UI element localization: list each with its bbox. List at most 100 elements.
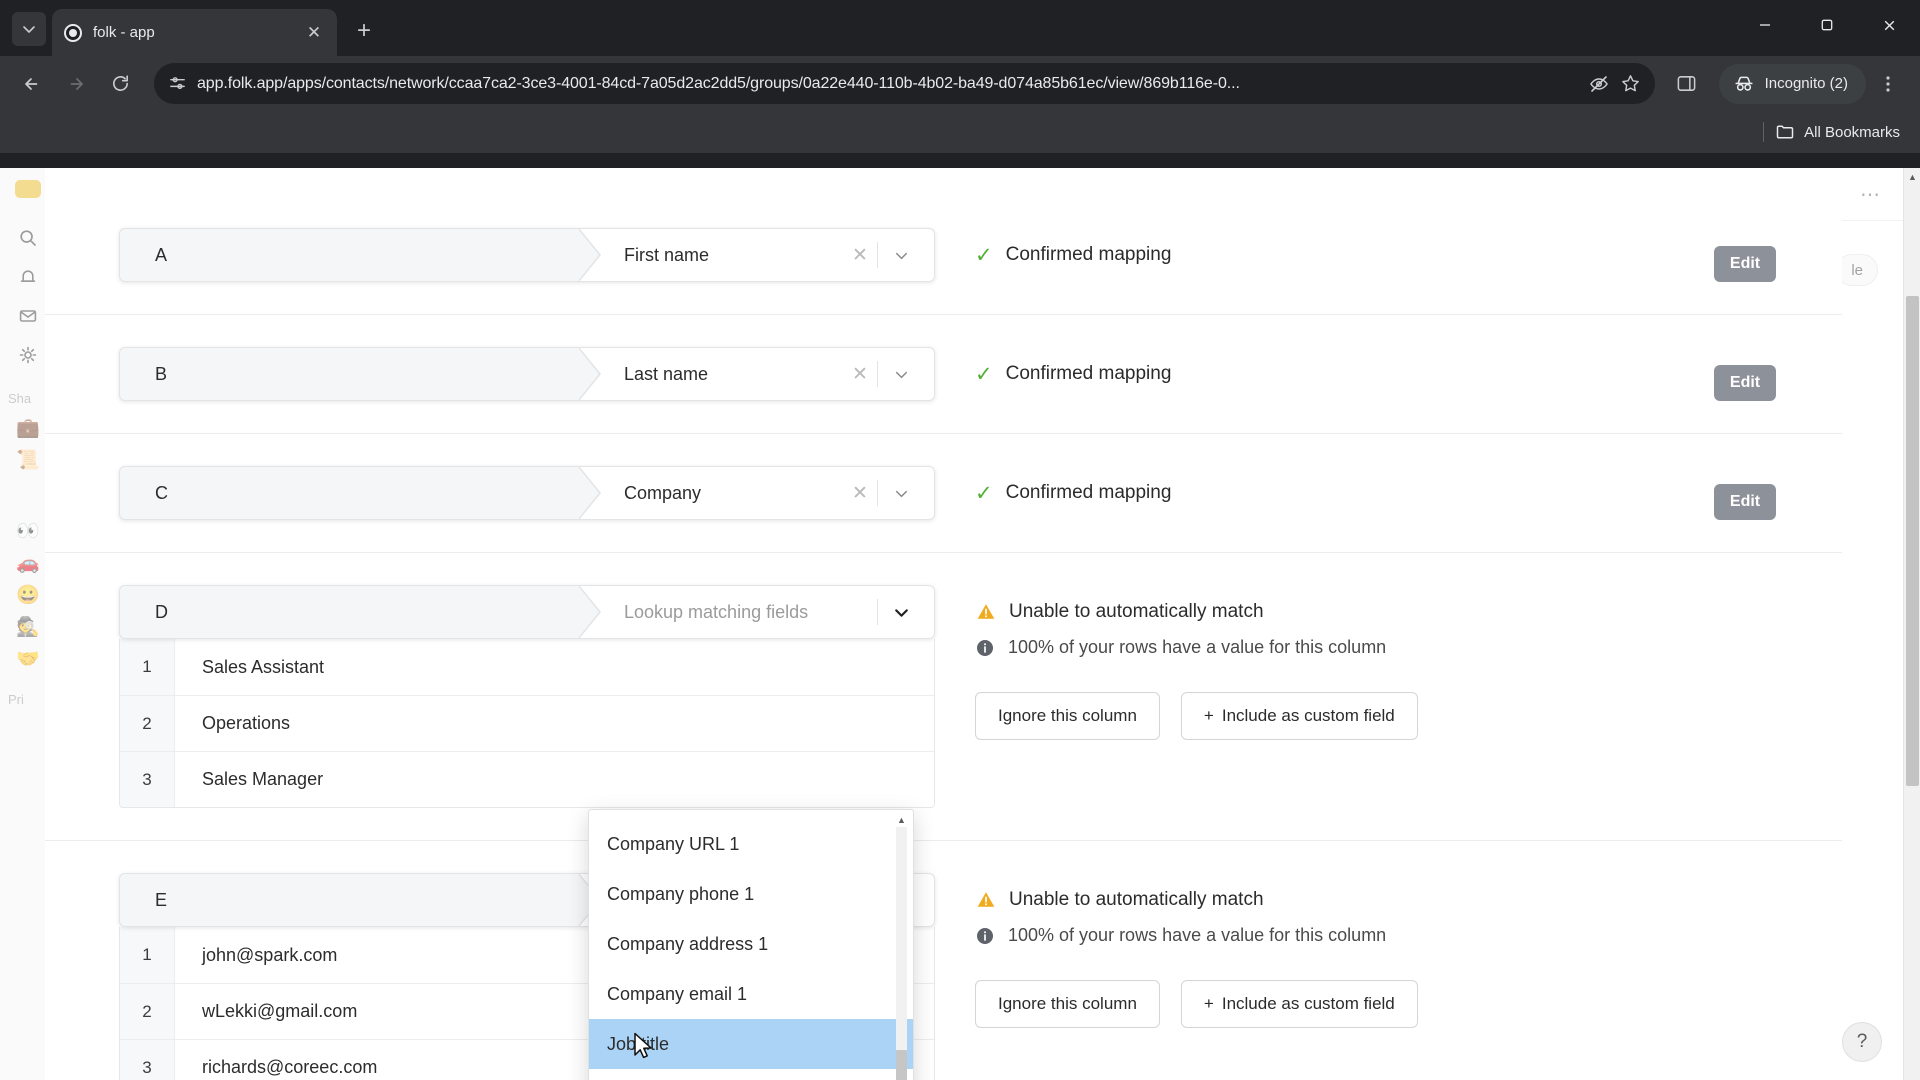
target-field-value: Company bbox=[624, 482, 702, 503]
source-column-label: C bbox=[119, 466, 601, 520]
scroll-up-icon[interactable]: ▲ bbox=[1904, 168, 1920, 185]
right-panel-chip[interactable]: le bbox=[1836, 254, 1878, 286]
clear-icon[interactable]: ✕ bbox=[843, 244, 877, 267]
edit-button[interactable]: Edit bbox=[1714, 246, 1776, 282]
all-bookmarks-button[interactable]: All Bookmarks bbox=[1775, 122, 1900, 142]
edit-button[interactable]: Edit bbox=[1714, 484, 1776, 520]
bell-icon[interactable] bbox=[15, 264, 41, 290]
close-icon[interactable]: ✕ bbox=[303, 22, 325, 44]
more-options-icon[interactable]: ⋯ bbox=[1860, 182, 1882, 207]
scrollbar-thumb[interactable] bbox=[896, 1049, 907, 1080]
folk-logo-icon bbox=[15, 180, 41, 198]
dropdown-option[interactable]: Company URL 1 bbox=[589, 819, 913, 869]
column-preview-table: 1 Sales Assistant 2 Operations 3 Sales M… bbox=[119, 639, 935, 808]
status-text: Confirmed mapping bbox=[1005, 363, 1172, 384]
target-field-select[interactable]: Last name ✕ bbox=[579, 347, 935, 401]
kebab-menu-icon bbox=[1886, 75, 1890, 92]
toolbar-right: Incognito (2) bbox=[1667, 63, 1908, 104]
chevron-down-icon[interactable] bbox=[878, 484, 924, 503]
detective-emoji-icon[interactable]: 🕵 bbox=[16, 618, 40, 637]
handshake-emoji-icon[interactable]: 🤝 bbox=[16, 650, 40, 669]
side-panel-button[interactable] bbox=[1667, 64, 1707, 104]
browser-window: folk - app ✕ + app.folk.app/apps/contact… bbox=[0, 0, 1920, 1080]
ignore-column-button[interactable]: Ignore this column bbox=[975, 980, 1160, 1028]
minimize-button[interactable] bbox=[1734, 0, 1796, 50]
row-value: Sales Assistant bbox=[175, 639, 934, 695]
scroll-emoji-icon[interactable]: 📜 bbox=[16, 451, 40, 470]
mapping-row-left: B Last name ✕ bbox=[119, 315, 935, 433]
scroll-up-icon[interactable]: ▲ bbox=[897, 815, 906, 825]
mapping-row-status: Unable to automatically match 100% of yo… bbox=[935, 553, 1842, 772]
new-tab-button[interactable]: + bbox=[347, 14, 381, 48]
browser-toolbar: app.folk.app/apps/contacts/network/ccaa7… bbox=[0, 56, 1920, 111]
window-controls bbox=[1734, 0, 1920, 50]
back-button[interactable] bbox=[12, 64, 52, 104]
bookmarks-bar: All Bookmarks bbox=[0, 111, 1920, 153]
search-icon[interactable] bbox=[15, 225, 41, 251]
forward-button[interactable] bbox=[56, 64, 96, 104]
reload-button[interactable] bbox=[100, 64, 140, 104]
dropdown-option[interactable]: Company address 1 bbox=[589, 919, 913, 969]
clear-icon[interactable]: ✕ bbox=[843, 363, 877, 386]
maximize-icon bbox=[1821, 19, 1833, 31]
chevron-down-icon[interactable] bbox=[878, 246, 924, 265]
column-mapping-control: B Last name ✕ bbox=[119, 347, 935, 401]
arrow-left-icon bbox=[25, 77, 38, 90]
dropdown-scrollbar[interactable]: ▲ ▼ bbox=[895, 815, 908, 1080]
include-custom-field-button[interactable]: + Include as custom field bbox=[1180, 692, 1418, 740]
clear-icon[interactable]: ✕ bbox=[843, 482, 877, 505]
dropdown-option[interactable]: Company phone 1 bbox=[589, 869, 913, 919]
scrollbar-thumb[interactable] bbox=[1906, 296, 1919, 786]
bookmark-star-icon[interactable] bbox=[1620, 73, 1641, 94]
briefcase-emoji-icon[interactable]: 💼 bbox=[16, 419, 40, 438]
target-field-select[interactable]: First name ✕ bbox=[579, 228, 935, 282]
help-button[interactable]: ? bbox=[1842, 1022, 1882, 1062]
check-icon: ✓ bbox=[975, 362, 993, 386]
dropdown-option-selected[interactable]: Job title bbox=[589, 1019, 913, 1069]
status-text: Confirmed mapping bbox=[1005, 482, 1172, 503]
scrollbar-track[interactable] bbox=[896, 827, 907, 1080]
dropdown-option[interactable]: Birthday bbox=[589, 1069, 913, 1080]
address-bar[interactable]: app.folk.app/apps/contacts/network/ccaa7… bbox=[154, 63, 1655, 104]
mapping-row: E 1 john@spark.com 2 wLekki@gmail.com 3 … bbox=[45, 841, 1842, 1080]
table-row: 3 Sales Manager bbox=[120, 751, 934, 807]
hide-password-icon[interactable] bbox=[1588, 73, 1610, 95]
row-value: Sales Manager bbox=[175, 752, 934, 807]
table-row: 2 Operations bbox=[120, 695, 934, 751]
smile-emoji-icon[interactable]: 😀 bbox=[16, 586, 40, 605]
incognito-profile-chip[interactable]: Incognito (2) bbox=[1718, 63, 1866, 104]
gear-icon[interactable] bbox=[15, 342, 41, 368]
plus-icon: + bbox=[1203, 706, 1214, 725]
page-scrollbar[interactable]: ▲ bbox=[1903, 168, 1920, 1080]
coverage-text: 100% of your rows have a value for this … bbox=[1008, 925, 1387, 945]
field-options-dropdown: Company URL 1 Company phone 1 Company ad… bbox=[588, 809, 914, 1080]
ignore-column-button[interactable]: Ignore this column bbox=[975, 692, 1160, 740]
source-column-label: B bbox=[119, 347, 601, 401]
dropdown-option[interactable]: Company email 1 bbox=[589, 969, 913, 1019]
mail-icon[interactable] bbox=[15, 303, 41, 329]
eyes-emoji-icon[interactable]: 👀 bbox=[16, 522, 40, 541]
row-value: Operations bbox=[175, 696, 934, 751]
status-confirmed: ✓ Confirmed mapping bbox=[975, 482, 1842, 504]
target-field-select[interactable]: Lookup matching fields bbox=[579, 585, 935, 639]
car-emoji-icon[interactable]: 🚗 bbox=[16, 554, 40, 573]
chevron-down-icon[interactable] bbox=[878, 365, 924, 384]
incognito-icon bbox=[1735, 76, 1753, 91]
chrome-menu-button[interactable] bbox=[1868, 64, 1908, 104]
maximize-button[interactable] bbox=[1796, 0, 1858, 50]
source-column-label: E bbox=[119, 873, 601, 927]
include-custom-field-label: Include as custom field bbox=[1221, 706, 1395, 725]
edit-button[interactable]: Edit bbox=[1714, 365, 1776, 401]
close-window-button[interactable] bbox=[1858, 0, 1920, 50]
row-index: 1 bbox=[120, 639, 175, 695]
site-settings-icon[interactable] bbox=[168, 74, 187, 93]
browser-tab[interactable]: folk - app ✕ bbox=[52, 9, 337, 56]
chevron-down-icon[interactable] bbox=[878, 602, 924, 623]
target-field-value: First name bbox=[624, 244, 710, 265]
url-text: app.folk.app/apps/contacts/network/ccaa7… bbox=[197, 74, 1240, 92]
import-mapping-modal: A First name ✕ ✓ Confirmed mapping Edit … bbox=[45, 168, 1842, 1080]
tab-search-button[interactable] bbox=[12, 12, 46, 46]
check-icon: ✓ bbox=[975, 243, 993, 267]
target-field-select[interactable]: Company ✕ bbox=[579, 466, 935, 520]
include-custom-field-button[interactable]: + Include as custom field bbox=[1180, 980, 1418, 1028]
